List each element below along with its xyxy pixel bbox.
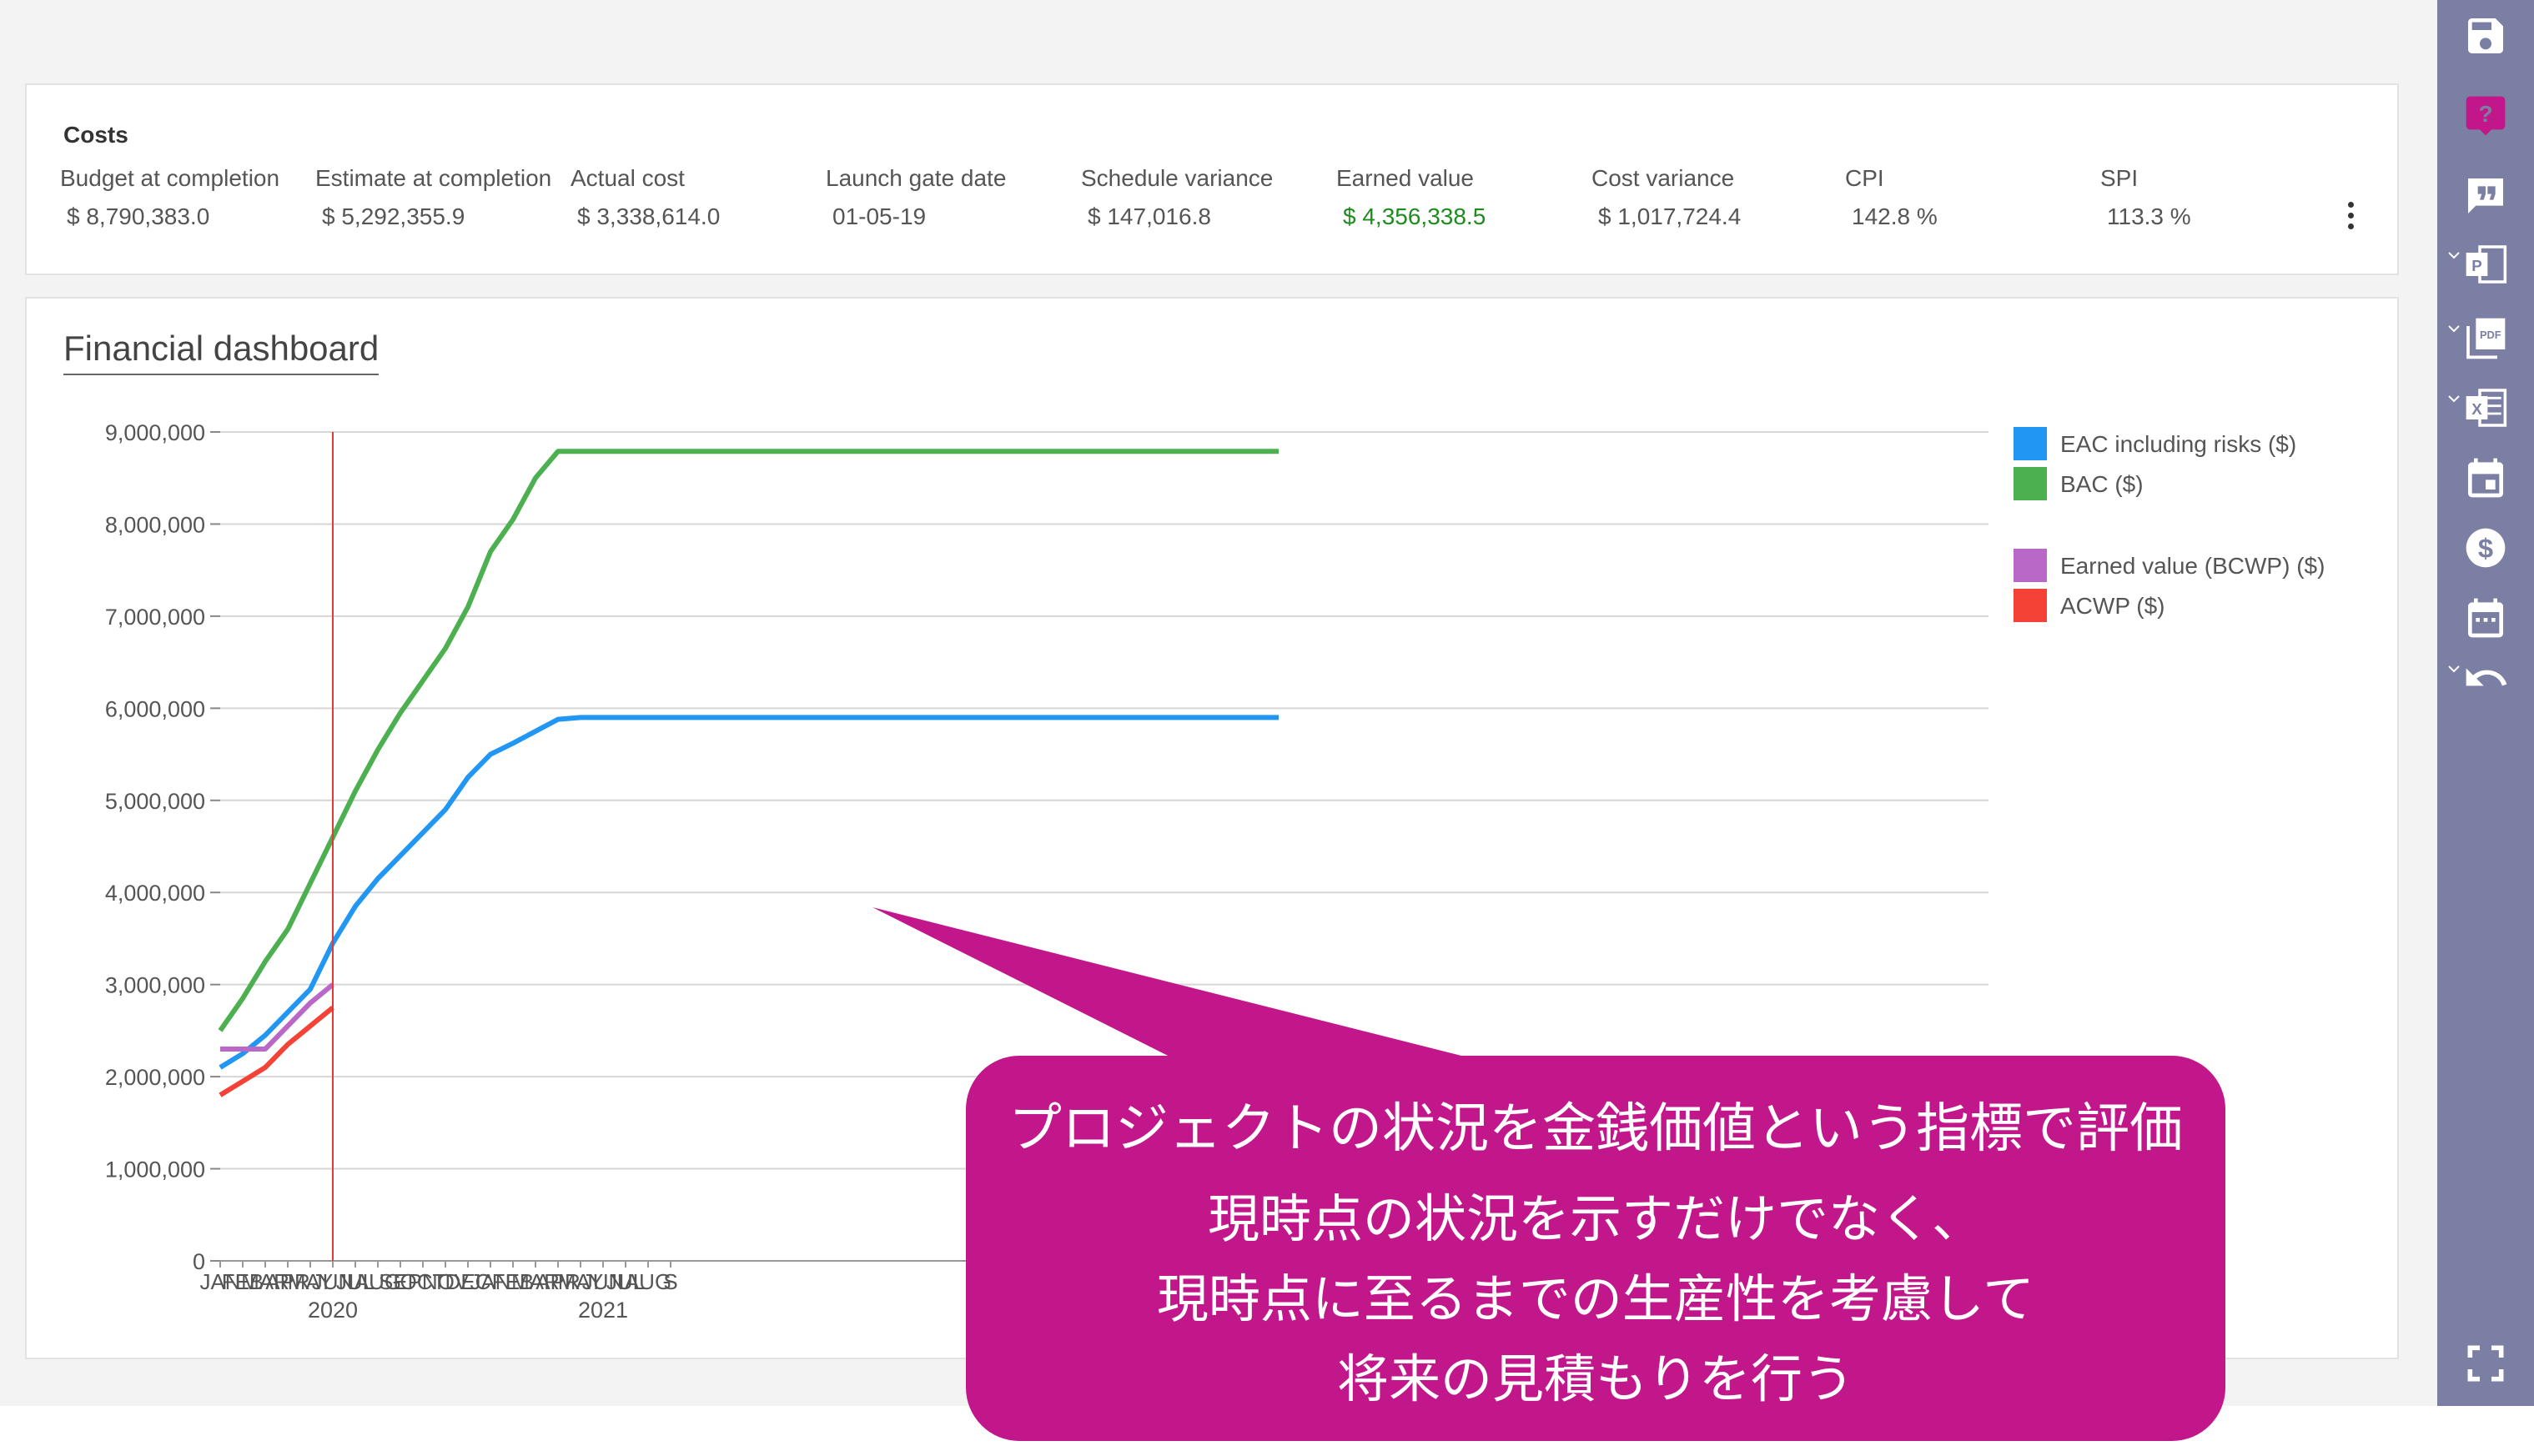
callout-bubble: プロジェクトの状況を金銭価値という指標で評価 現時点の状況を示すだけでなく、 現…	[966, 1056, 2225, 1441]
callout-body: 現時点の状況を示すだけでなく、 現時点に至るまでの生産性を考慮して 将来の見積も…	[966, 1179, 2225, 1419]
callout-line: 将来の見積もりを行う	[1336, 1348, 1854, 1409]
callout-line: 現時点に至るまでの生産性を考慮して	[1156, 1268, 2035, 1329]
callout-headline: プロジェクトの状況を金銭価値という指標で評価	[1008, 1098, 2183, 1160]
callout-line: 現時点の状況を示すだけでなく、	[1207, 1188, 1983, 1249]
